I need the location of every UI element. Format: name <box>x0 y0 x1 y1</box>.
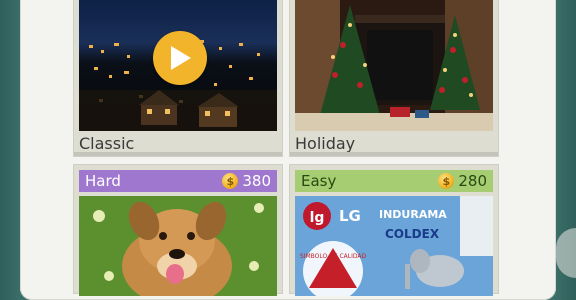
pack-header-hard: Hard $ 380 <box>79 170 277 192</box>
hard-photo <box>79 196 277 296</box>
play-icon <box>171 46 191 70</box>
price-value: 280 <box>458 172 487 190</box>
play-button[interactable] <box>153 31 207 85</box>
level-label-classic: Classic <box>79 134 135 153</box>
coin-icon: $ <box>222 173 239 189</box>
level-card-classic[interactable]: Classic <box>73 0 283 157</box>
pack-difficulty-hard: Hard <box>85 172 121 190</box>
card-shadow <box>290 152 498 156</box>
lg-logo: lg <box>310 210 325 226</box>
level-label-holiday: Holiday <box>295 134 356 153</box>
indurama-brand: INDURAMA <box>379 208 447 221</box>
lg-brand: LG <box>339 207 361 225</box>
level-card-holiday[interactable]: Holiday <box>289 0 499 157</box>
classic-photo <box>79 0 277 131</box>
coldex-brand: COLDEX <box>385 227 440 241</box>
pack-price-hard: $ 380 <box>222 172 271 190</box>
coin-icon: $ <box>438 173 455 189</box>
price-value: 380 <box>242 172 271 190</box>
seal-text: SIMBOLO DE CALIDAD <box>300 253 367 260</box>
side-button <box>556 228 576 278</box>
pack-header-easy: Easy $ 280 <box>295 170 493 192</box>
easy-photo: lg LG INDURAMA COLDEX SIMBOLO DE CALIDAD <box>295 196 493 296</box>
holiday-photo <box>295 0 493 131</box>
pack-difficulty-easy: Easy <box>301 172 337 190</box>
pack-card-easy[interactable]: Easy $ 280 lg LG INDURAMA COLDEX SIMBOLO… <box>289 164 499 296</box>
card-shadow <box>74 152 282 156</box>
pack-card-hard[interactable]: Hard $ 380 <box>73 164 283 296</box>
pack-price-easy: $ 280 <box>438 172 487 190</box>
